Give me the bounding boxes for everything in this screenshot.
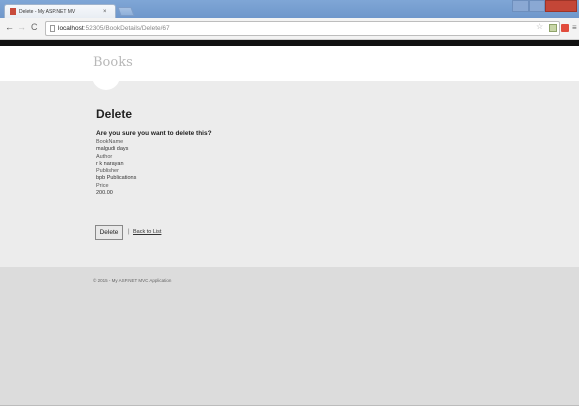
main-content xyxy=(0,81,579,267)
bookmark-star-icon[interactable]: ☆ xyxy=(536,22,543,31)
favicon-icon xyxy=(10,8,16,15)
book-details: BookName malgudi days Author r k narayan… xyxy=(96,139,136,197)
site-header: Books xyxy=(0,46,579,81)
reload-icon[interactable]: C xyxy=(31,22,38,32)
footer xyxy=(0,267,579,405)
tab-title: Delete - My ASP.NET MV xyxy=(19,8,76,15)
confirm-question: Are you sure you want to delete this? xyxy=(96,130,212,137)
url-path: :52305/BookDetails/Delete/67 xyxy=(83,25,170,32)
minimize-button[interactable] xyxy=(512,0,529,12)
browser-toolbar: ← → C localhost :52305/BookDetails/Delet… xyxy=(0,18,579,40)
browser-titlebar: Delete - My ASP.NET MV × xyxy=(0,0,579,18)
delete-button[interactable]: Delete xyxy=(95,225,123,240)
menu-icon[interactable]: ≡ xyxy=(572,23,577,32)
new-tab-button[interactable] xyxy=(117,7,135,16)
field-label-bookname: BookName xyxy=(96,139,124,145)
field-value-bookname: malgudi days xyxy=(96,146,129,153)
maximize-button[interactable] xyxy=(529,0,545,12)
field-label-author: Author xyxy=(96,153,113,160)
footer-copyright: © 2015 - My ASP.NET MVC Application xyxy=(93,278,172,283)
separator: | xyxy=(128,229,130,235)
page-title: Delete xyxy=(96,107,133,121)
address-bar[interactable]: localhost :52305/BookDetails/Delete/67 xyxy=(45,21,560,36)
close-window-button[interactable] xyxy=(545,0,577,12)
field-value-author: r k narayan xyxy=(96,160,124,167)
field-value-publisher: bpb Publications xyxy=(96,175,137,182)
tab-close-icon[interactable]: × xyxy=(103,9,107,15)
field-label-price: Price xyxy=(96,182,109,189)
forward-arrow-icon[interactable]: → xyxy=(17,22,26,32)
browser-tab[interactable]: Delete - My ASP.NET MV × xyxy=(4,4,116,18)
field-value-price: 200.00 xyxy=(96,190,113,197)
field-label-publisher: Publisher xyxy=(96,168,119,175)
back-arrow-icon[interactable]: ← xyxy=(5,22,14,32)
site-brand[interactable]: Books xyxy=(93,55,133,70)
back-to-list-link[interactable]: Back to List xyxy=(133,229,161,235)
extension-icon[interactable] xyxy=(549,24,557,32)
page-icon xyxy=(50,25,55,32)
extension-red-icon[interactable] xyxy=(561,24,569,32)
url-host: localhost xyxy=(58,25,84,32)
bottom-border xyxy=(0,405,579,410)
